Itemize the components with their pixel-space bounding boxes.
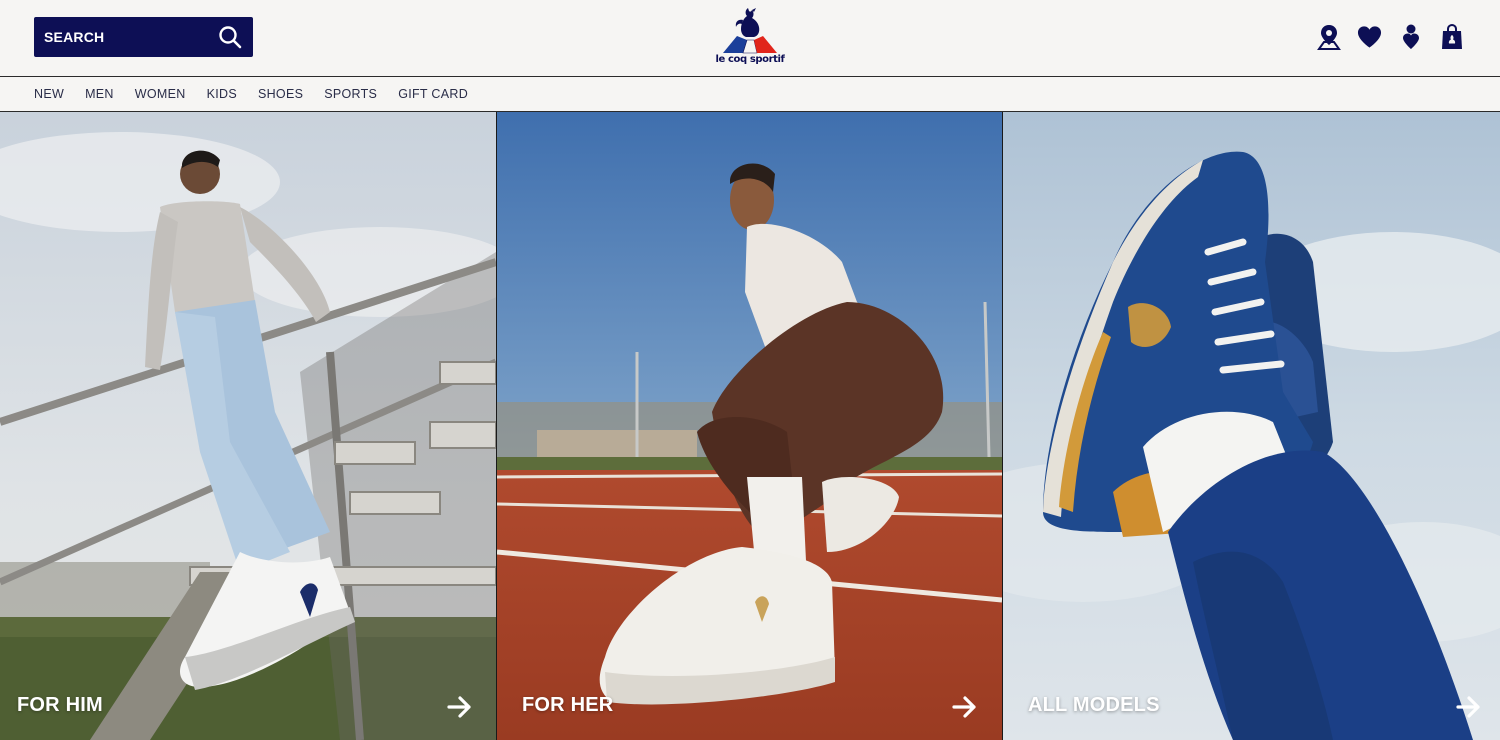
panel-for-him[interactable]: FOR HIM bbox=[0, 112, 496, 740]
search-icon bbox=[219, 26, 242, 49]
nav-item-shoes[interactable]: SHOES bbox=[258, 87, 303, 101]
arrow-right-icon bbox=[952, 696, 976, 718]
site-header: SEARCH le coq sportif bbox=[0, 0, 1500, 77]
for-her-photo bbox=[497, 112, 1002, 740]
nav-item-kids[interactable]: KIDS bbox=[207, 87, 237, 101]
nav-item-men[interactable]: MEN bbox=[85, 87, 114, 101]
panel-label-all-models: ALL MODELS bbox=[1028, 694, 1160, 716]
nav-item-new[interactable]: NEW bbox=[34, 87, 64, 101]
rooster-logo-icon bbox=[723, 8, 777, 54]
brand-logo[interactable]: le coq sportif bbox=[715, 6, 785, 70]
all-models-photo bbox=[1003, 112, 1500, 740]
panel-label-for-her: FOR HER bbox=[522, 694, 614, 716]
nav-item-women[interactable]: WOMEN bbox=[135, 87, 186, 101]
arrow-right-icon bbox=[1456, 696, 1480, 718]
wishlist-button[interactable] bbox=[1357, 23, 1382, 51]
for-him-photo bbox=[0, 112, 496, 740]
wishlist-heart-icon bbox=[1357, 26, 1382, 48]
search-label: SEARCH bbox=[44, 29, 105, 45]
logo-wordmark: le coq sportif bbox=[715, 54, 785, 65]
nav-item-sports[interactable]: SPORTS bbox=[324, 87, 377, 101]
cart-button[interactable] bbox=[1439, 23, 1464, 51]
nav-item-gift-card[interactable]: GIFT CARD bbox=[398, 87, 468, 101]
account-icon bbox=[1402, 24, 1419, 49]
main-nav: NEW MEN WOMEN KIDS SHOES SPORTS GIFT CAR… bbox=[0, 77, 1500, 112]
panel-for-her[interactable]: FOR HER bbox=[497, 112, 1002, 740]
panel-all-models[interactable]: ALL MODELS bbox=[1003, 112, 1500, 740]
cart-bag-icon bbox=[1441, 24, 1462, 49]
store-locator-button[interactable] bbox=[1316, 23, 1341, 51]
header-icons bbox=[1316, 22, 1464, 52]
hero-panels: FOR HIM FOR HER ALL MODELS bbox=[0, 112, 1500, 740]
panel-label-for-him: FOR HIM bbox=[17, 694, 103, 716]
arrow-right-icon bbox=[447, 696, 471, 718]
store-locator-icon bbox=[1316, 25, 1341, 50]
search-button[interactable]: SEARCH bbox=[34, 17, 253, 57]
account-button[interactable] bbox=[1398, 23, 1423, 51]
